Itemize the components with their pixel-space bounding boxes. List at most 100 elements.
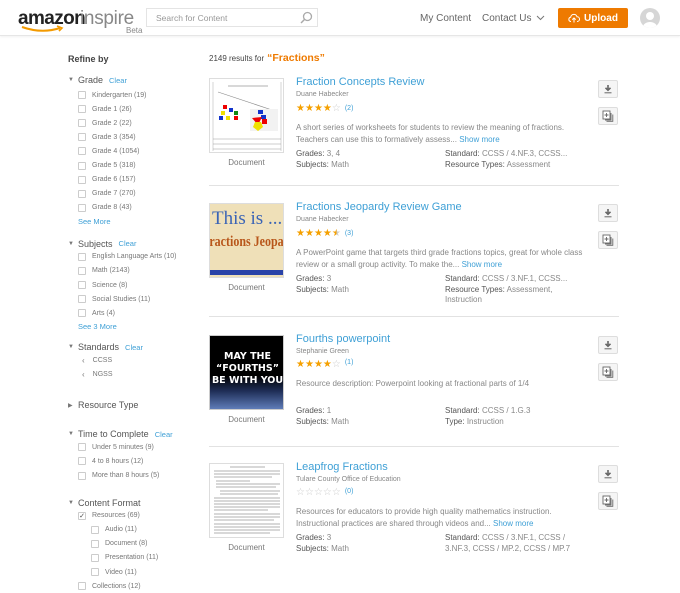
grade-see-more-link[interactable]: See More — [68, 215, 203, 228]
subjects-see-more-link[interactable]: See 3 More — [68, 320, 203, 333]
format-option-collections[interactable]: Collections (12) — [68, 579, 203, 593]
download-button[interactable] — [598, 336, 618, 354]
grade-option[interactable]: Grade 5 (318) — [68, 158, 203, 172]
standards-clear-link[interactable]: Clear — [125, 343, 143, 352]
result-author[interactable]: Duane Habecker — [296, 216, 349, 223]
subjects-clear-link[interactable]: Clear — [119, 239, 137, 248]
result-title-link[interactable]: Fractions Jeopardy Review Game — [296, 201, 462, 213]
standard-option[interactable]: ‹ NGSS — [68, 367, 203, 381]
format-sub-option[interactable]: Document (8) — [68, 537, 203, 551]
add-to-collection-button[interactable] — [598, 492, 618, 510]
checkbox[interactable] — [78, 133, 86, 142]
grade-option[interactable]: Grade 1 (26) — [68, 102, 203, 116]
result-description: Resources for educators to provide high … — [296, 506, 586, 529]
facet-content-format[interactable]: ▼ Content Format — [68, 497, 203, 509]
format-sub-option[interactable]: Audio (11) — [68, 523, 203, 537]
result-thumbnail[interactable]: This is ... Fractions Jeopardy — [209, 203, 284, 278]
facet-resource-type[interactable]: ▶ Resource Type — [68, 399, 203, 411]
user-avatar[interactable] — [640, 8, 660, 28]
result-thumbnail[interactable] — [209, 463, 284, 538]
show-more-link[interactable]: Show more — [462, 260, 502, 269]
result-meta-left: Grades: 3 Subjects: Math — [296, 274, 349, 295]
checkbox[interactable] — [78, 105, 86, 114]
option-label: Grade 5 (318) — [92, 162, 136, 170]
result-thumbnail[interactable] — [209, 78, 284, 153]
contact-us-menu[interactable]: Contact Us — [482, 13, 545, 24]
grade-option[interactable]: Grade 6 (157) — [68, 173, 203, 187]
checkbox[interactable] — [78, 175, 86, 184]
checkbox[interactable] — [78, 471, 86, 480]
add-to-collection-button[interactable] — [598, 231, 618, 249]
standard-option[interactable]: ‹ CCSS — [68, 353, 203, 367]
result-title-link[interactable]: Leapfrog Fractions — [296, 461, 388, 473]
checkbox[interactable] — [78, 119, 86, 128]
checkbox[interactable] — [78, 189, 86, 198]
checkbox[interactable] — [78, 295, 86, 304]
subject-option[interactable]: Science (8) — [68, 278, 203, 292]
checkbox[interactable] — [91, 525, 99, 534]
checkbox[interactable] — [78, 457, 86, 466]
checkbox[interactable] — [91, 568, 99, 577]
checkbox[interactable] — [78, 147, 86, 156]
upload-button[interactable]: Upload — [558, 8, 628, 28]
result-title-link[interactable]: Fourths powerpoint — [296, 333, 390, 345]
rating-count-link[interactable]: (1) — [345, 359, 354, 366]
rating-count-link[interactable]: (2) — [345, 105, 354, 112]
result-meta-right: Standard: CCSS / 3.NF.1, CCSS / 3.NF.3, … — [445, 533, 585, 554]
facet-standards[interactable]: ▼ Standards Clear — [68, 341, 203, 353]
result-thumbnail[interactable]: MAY THE “FOURTHS” BE WITH YOU — [209, 335, 284, 410]
result-author[interactable]: Duane Habecker — [296, 91, 349, 98]
download-icon — [604, 341, 612, 350]
subject-option[interactable]: Social Studies (11) — [68, 292, 203, 306]
time-clear-link[interactable]: Clear — [155, 430, 173, 439]
checkbox[interactable] — [78, 203, 86, 212]
checkbox[interactable] — [78, 582, 86, 591]
search-icon[interactable] — [299, 11, 313, 25]
facet-grade[interactable]: ▼ Grade Clear — [68, 74, 203, 86]
show-more-link[interactable]: Show more — [459, 135, 499, 144]
result-title-link[interactable]: Fraction Concepts Review — [296, 76, 424, 88]
grade-option[interactable]: Grade 4 (1054) — [68, 144, 203, 158]
time-option[interactable]: Under 5 minutes (9) — [68, 440, 203, 454]
checkbox[interactable] — [78, 161, 86, 170]
result-author[interactable]: Tulare County Office of Education — [296, 476, 401, 483]
grade-option[interactable]: Grade 7 (270) — [68, 187, 203, 201]
time-option[interactable]: 4 to 8 hours (12) — [68, 454, 203, 468]
checkbox[interactable] — [78, 443, 86, 452]
checkbox[interactable] — [78, 309, 86, 318]
download-button[interactable] — [598, 80, 618, 98]
checkbox[interactable] — [78, 91, 86, 100]
download-button[interactable] — [598, 204, 618, 222]
checkbox-checked[interactable]: ✓ — [78, 511, 86, 520]
time-option[interactable]: More than 8 hours (5) — [68, 469, 203, 483]
grade-clear-link[interactable]: Clear — [109, 76, 127, 85]
checkbox[interactable] — [78, 281, 86, 290]
checkbox[interactable] — [91, 539, 99, 548]
subject-option[interactable]: Math (2143) — [68, 264, 203, 278]
subject-option[interactable]: English Language Arts (10) — [68, 250, 203, 264]
checkbox[interactable] — [78, 252, 86, 261]
search-input[interactable] — [156, 13, 296, 23]
checkbox[interactable] — [91, 553, 99, 562]
subject-option[interactable]: Arts (4) — [68, 306, 203, 320]
subjects-label: Subjects: — [296, 159, 329, 169]
thumbnail-footer-bar — [210, 270, 283, 275]
add-to-collection-button[interactable] — [598, 363, 618, 381]
grade-option[interactable]: Kindergarten (19) — [68, 88, 203, 102]
rating-count-link[interactable]: (0) — [345, 488, 354, 495]
grade-option[interactable]: Grade 2 (22) — [68, 116, 203, 130]
add-to-collection-button[interactable] — [598, 107, 618, 125]
my-content-link[interactable]: My Content — [420, 13, 471, 24]
checkbox[interactable] — [78, 266, 86, 275]
grade-option[interactable]: Grade 8 (43) — [68, 201, 203, 215]
result-author[interactable]: Stephanie Green — [296, 348, 349, 355]
format-option-resources[interactable]: ✓ Resources (69) — [68, 509, 203, 523]
format-sub-option[interactable]: Video (11) — [68, 565, 203, 579]
download-button[interactable] — [598, 465, 618, 483]
facet-time-to-complete[interactable]: ▼ Time to Complete Clear — [68, 428, 203, 440]
show-more-link[interactable]: Show more — [493, 519, 533, 528]
rating-count-link[interactable]: (3) — [345, 230, 354, 237]
format-sub-option[interactable]: Presentation (11) — [68, 551, 203, 565]
facet-subjects[interactable]: ▼ Subjects Clear — [68, 238, 203, 250]
grade-option[interactable]: Grade 3 (354) — [68, 130, 203, 144]
